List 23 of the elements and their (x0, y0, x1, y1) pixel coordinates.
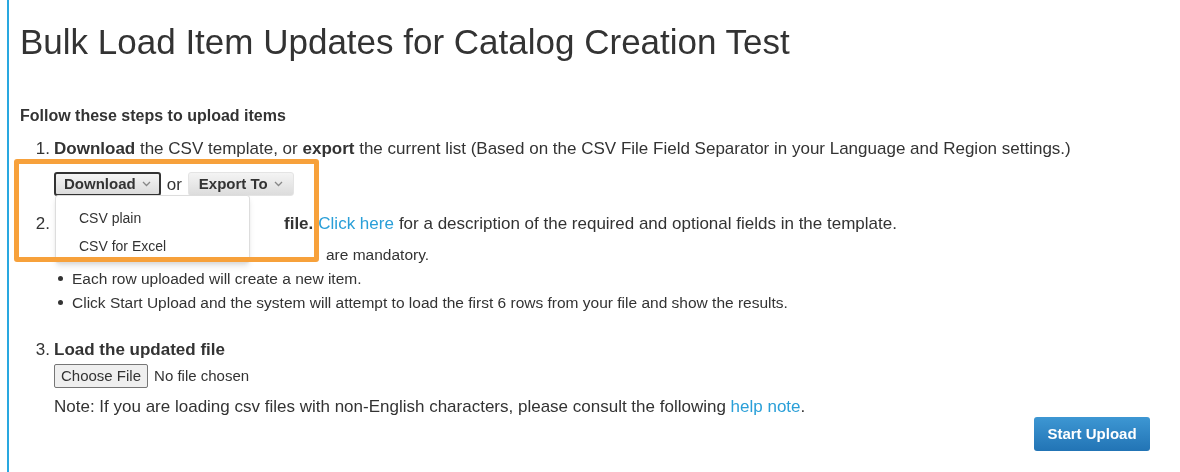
export-button[interactable]: Export To (187, 172, 294, 197)
start-upload-button[interactable]: Start Upload (1034, 417, 1150, 451)
bullet-text: Each row uploaded will create a new item. (72, 268, 362, 289)
download-button[interactable]: Download (54, 172, 161, 197)
instructions-heading: Follow these steps to upload items (20, 106, 286, 126)
dropdown-item[interactable]: CSV for Excel (56, 232, 190, 260)
step-heading: Load the updated file (54, 338, 225, 361)
note-text: Note: If you are loading csv files with non-English characters, please consult the following help note. (54, 396, 806, 418)
step-heading: file. (284, 213, 314, 235)
bullet-text: Click Start Upload and the system will attempt to load the first 6 rows from your file and show the results. (72, 292, 788, 313)
step-number: 1. (34, 138, 51, 160)
bullet-text: are mandatory. (326, 244, 430, 265)
caret-icon (273, 181, 283, 188)
step-text: for a description of the required and optional fields in the template. (398, 213, 897, 235)
or-label: or (166, 173, 182, 196)
dropdown-item[interactable]: CSV plain (56, 204, 165, 232)
caret-icon (141, 181, 151, 188)
step-number: 3. (34, 338, 51, 361)
page-title: Bulk Load Item Updates for Catalog Creation Test (20, 22, 790, 62)
step-text: Download the CSV template, or export the current list (Based on the CSV File Field Separator in your Language and Region settings.) (54, 138, 1071, 160)
step-number: 2. (34, 213, 51, 235)
file-status: No file chosen (154, 365, 250, 386)
choose-file-button[interactable]: Choose File (54, 364, 149, 388)
